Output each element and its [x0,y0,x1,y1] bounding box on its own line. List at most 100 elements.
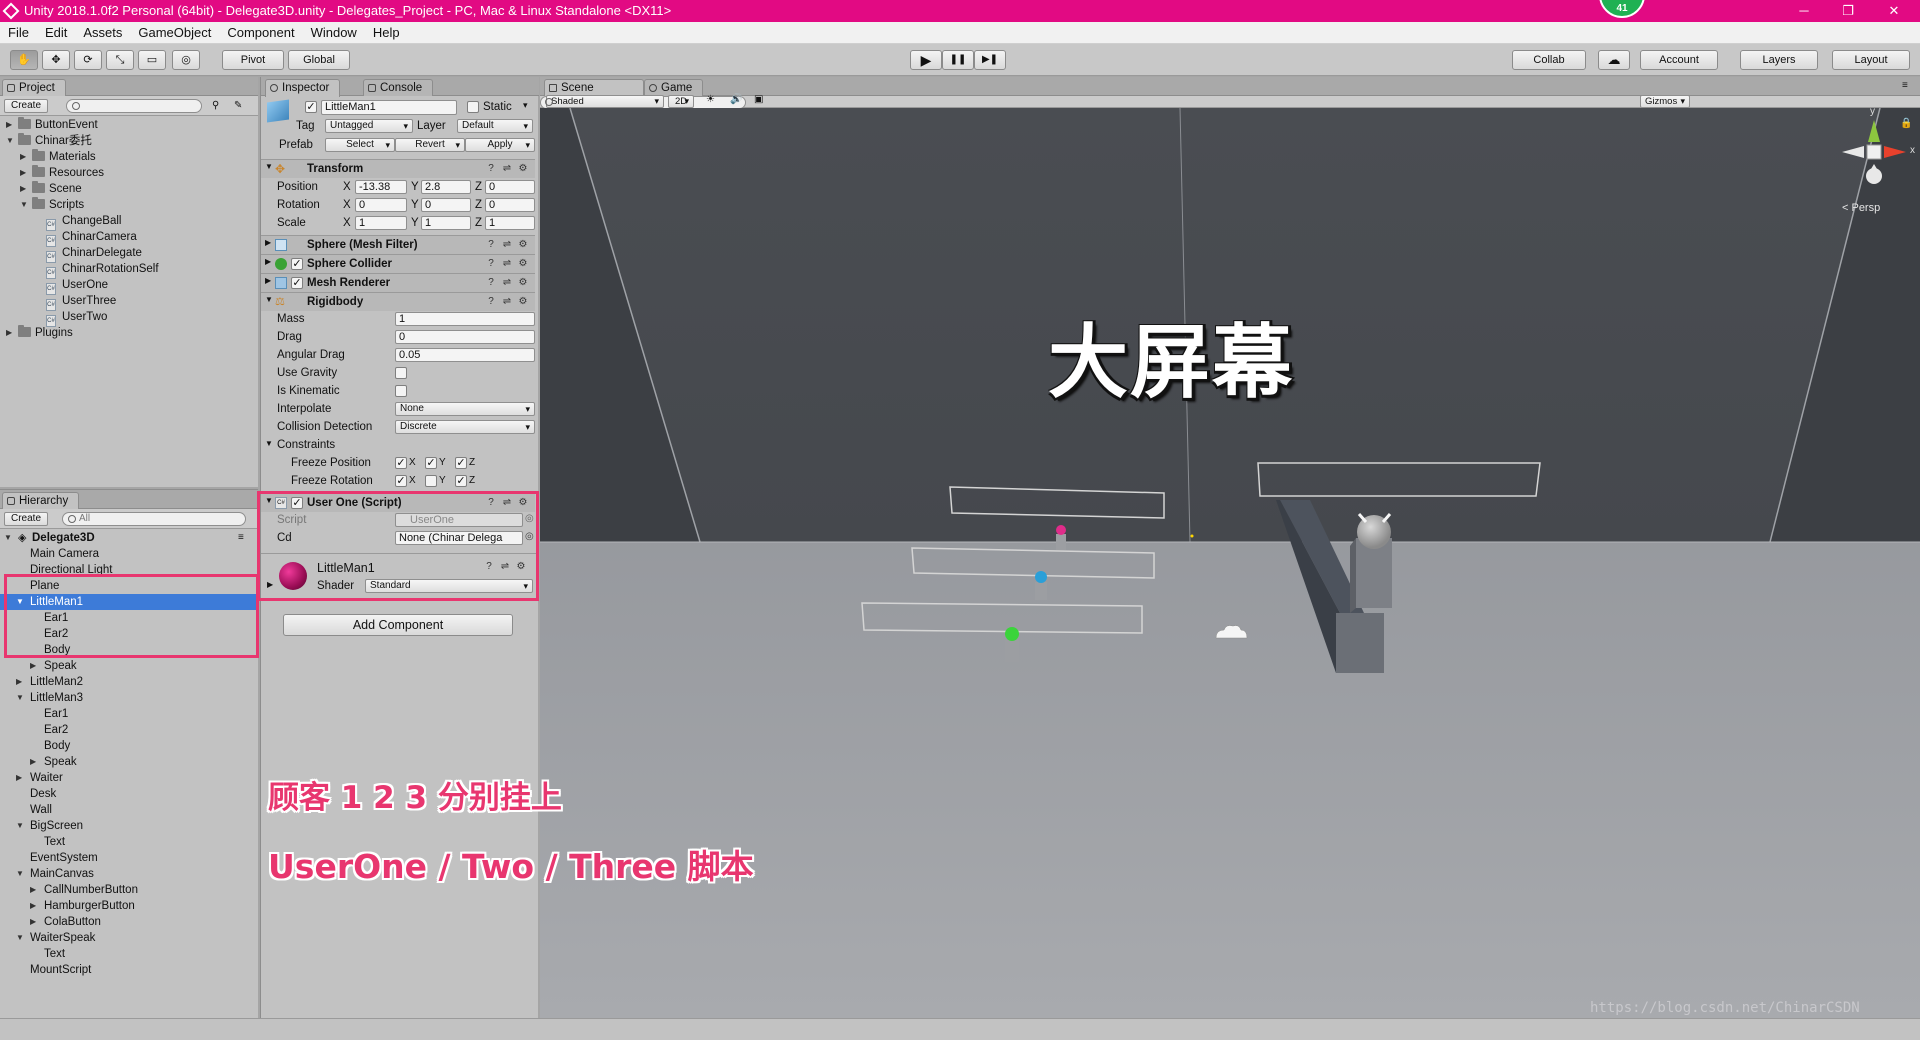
rotate-tool-icon[interactable]: ⟳ [74,50,102,70]
collapse-arrow-icon[interactable]: ▼ [16,690,26,706]
expand-arrow-icon[interactable]: ▶ [30,914,40,930]
expand-arrow-icon[interactable]: ▶ [30,882,40,898]
collapse-arrow-icon[interactable]: ▼ [6,133,16,149]
hierarchy-item[interactable]: Ear1 [0,706,258,722]
collapse-arrow-icon[interactable]: ▼ [16,930,26,946]
preset-icon[interactable]: ⇌ [501,296,513,308]
is-kinematic-checkbox[interactable] [395,385,407,397]
filter-label-icon[interactable]: ✎ [234,100,242,111]
menu-assets[interactable]: Assets [75,22,130,44]
hierarchy-item[interactable]: Desk [0,786,258,802]
expand-arrow-icon[interactable]: ▼ [265,162,273,171]
project-item[interactable]: C# UserTwo [0,309,258,327]
help-icon[interactable]: ? [485,163,497,175]
minimize-button[interactable]: ─ [1784,0,1824,22]
project-item[interactable]: C# ChinarRotationSelf [0,261,258,279]
gear-icon[interactable]: ⚙ [517,163,529,175]
static-checkbox[interactable] [467,101,479,113]
account-dropdown[interactable]: Account [1640,50,1718,70]
gear-icon[interactable]: ⚙ [517,277,529,289]
scale-y-field[interactable]: 1 [421,216,471,230]
mass-field[interactable]: 1 [395,312,535,326]
position-y-field[interactable]: 2.8 [421,180,471,194]
hierarchy-item[interactable]: MountScript [0,962,258,978]
cloud-icon[interactable]: ☁ [1598,50,1630,70]
hierarchy-item[interactable]: Wall [0,802,258,818]
constraints-arrow-icon[interactable]: ▼ [265,439,273,448]
hierarchy-item[interactable]: ▶ Waiter [0,770,258,786]
expand-arrow-icon[interactable]: ▶ [16,770,26,786]
hand-tool-icon[interactable]: ✋ [10,50,38,70]
lock-icon[interactable]: 🔒 [1900,118,1912,129]
project-item[interactable]: ▶ ButtonEvent [0,117,258,133]
menu-edit[interactable]: Edit [37,22,75,44]
menu-file[interactable]: File [0,22,37,44]
rotation-y-field[interactable]: 0 [421,198,471,212]
prefab-select-button[interactable]: Select [325,138,395,152]
collapse-arrow-icon[interactable]: ▼ [16,818,26,834]
collapse-arrow-icon[interactable]: ▼ [20,197,30,213]
notification-badge[interactable]: 41 [1599,0,1645,18]
expand-arrow-icon[interactable]: ▶ [265,276,271,285]
hierarchy-search-input[interactable]: All [62,512,246,526]
sphere-collider-enabled-checkbox[interactable]: ✓ [291,258,303,270]
freeze-position-z-checkbox[interactable]: ✓ [455,457,467,469]
layout-dropdown[interactable]: Layout [1832,50,1910,70]
gear-icon[interactable]: ⚙ [517,239,529,251]
angular-drag-field[interactable]: 0.05 [395,348,535,362]
collision-detection-dropdown[interactable]: Discrete [395,420,535,434]
panel-menu-icon[interactable]: ≡ [1902,80,1908,91]
project-item[interactable]: ▶ Resources [0,165,258,181]
position-x-field[interactable]: -13.38 [355,180,407,194]
active-checkbox[interactable]: ✓ [305,101,317,113]
tab-game[interactable]: Game [644,79,704,96]
project-item[interactable]: C# ChinarDelegate [0,245,258,263]
hierarchy-item[interactable]: ▼ WaiterSpeak [0,930,258,946]
hierarchy-item[interactable]: ▼ LittleMan3 [0,690,258,706]
gear-icon[interactable]: ⚙ [517,258,529,270]
position-z-field[interactable]: 0 [485,180,535,194]
lighting-toggle-icon[interactable]: ☀ [706,94,715,105]
step-button[interactable]: ▶❚ [974,50,1006,70]
maximize-button[interactable]: ❐ [1828,0,1868,22]
expand-arrow-icon[interactable]: ▶ [30,898,40,914]
tab-inspector[interactable]: Inspector [265,79,341,97]
preset-icon[interactable]: ⇌ [501,163,513,175]
hierarchy-create-button[interactable]: Create [4,512,49,526]
help-icon[interactable]: ? [485,239,497,251]
gizmos-dropdown[interactable]: Gizmos [1640,95,1690,108]
hierarchy-item[interactable]: ▶ CallNumberButton [0,882,258,898]
add-component-button[interactable]: Add Component [283,614,513,636]
use-gravity-checkbox[interactable] [395,367,407,379]
project-item[interactable]: ▼ Scripts [0,197,258,213]
2d-toggle[interactable]: 2D [668,95,694,108]
tab-project[interactable]: Project [2,79,66,97]
layers-dropdown[interactable]: Layers [1740,50,1818,70]
expand-arrow-icon[interactable]: ▶ [20,149,30,165]
expand-arrow-icon[interactable]: ▶ [20,181,30,197]
help-icon[interactable]: ? [485,258,497,270]
transform-header[interactable]: ▼ ✥ Transform ? ⇌ ⚙ [261,159,535,178]
tag-dropdown[interactable]: Untagged [325,119,413,133]
expand-arrow-icon[interactable]: ▶ [16,674,26,690]
scale-z-field[interactable]: 1 [485,216,535,230]
mesh-filter-header[interactable]: ▶ Sphere (Mesh Filter) ? ⇌ ⚙ [261,235,535,254]
rigidbody-header[interactable]: ▼ ⚖ Rigidbody ? ⇌ ⚙ [261,292,535,311]
hierarchy-item[interactable]: ▼ BigScreen [0,818,258,834]
expand-arrow-icon[interactable]: ▶ [20,165,30,181]
shading-mode-dropdown[interactable]: Shaded [546,95,664,108]
menu-window[interactable]: Window [303,22,365,44]
menu-help[interactable]: Help [365,22,408,44]
freeze-position-y-checkbox[interactable]: ✓ [425,457,437,469]
hierarchy-item[interactable]: ▶ HamburgerButton [0,898,258,914]
project-item[interactable]: C# ChinarCamera [0,229,258,247]
rect-tool-icon[interactable]: ▭ [138,50,166,70]
preset-icon[interactable]: ⇌ [501,277,513,289]
collapse-arrow-icon[interactable]: ▼ [265,295,273,304]
object-name-field[interactable]: LittleMan1 [321,100,457,115]
static-dropdown-arrow-icon[interactable]: ▾ [523,100,528,111]
filter-type-icon[interactable]: ⚲ [212,100,219,111]
transform-tool-icon[interactable]: ◎ [172,50,200,70]
pause-button[interactable]: ❚❚ [942,50,974,70]
collapse-arrow-icon[interactable]: ▼ [4,530,14,546]
